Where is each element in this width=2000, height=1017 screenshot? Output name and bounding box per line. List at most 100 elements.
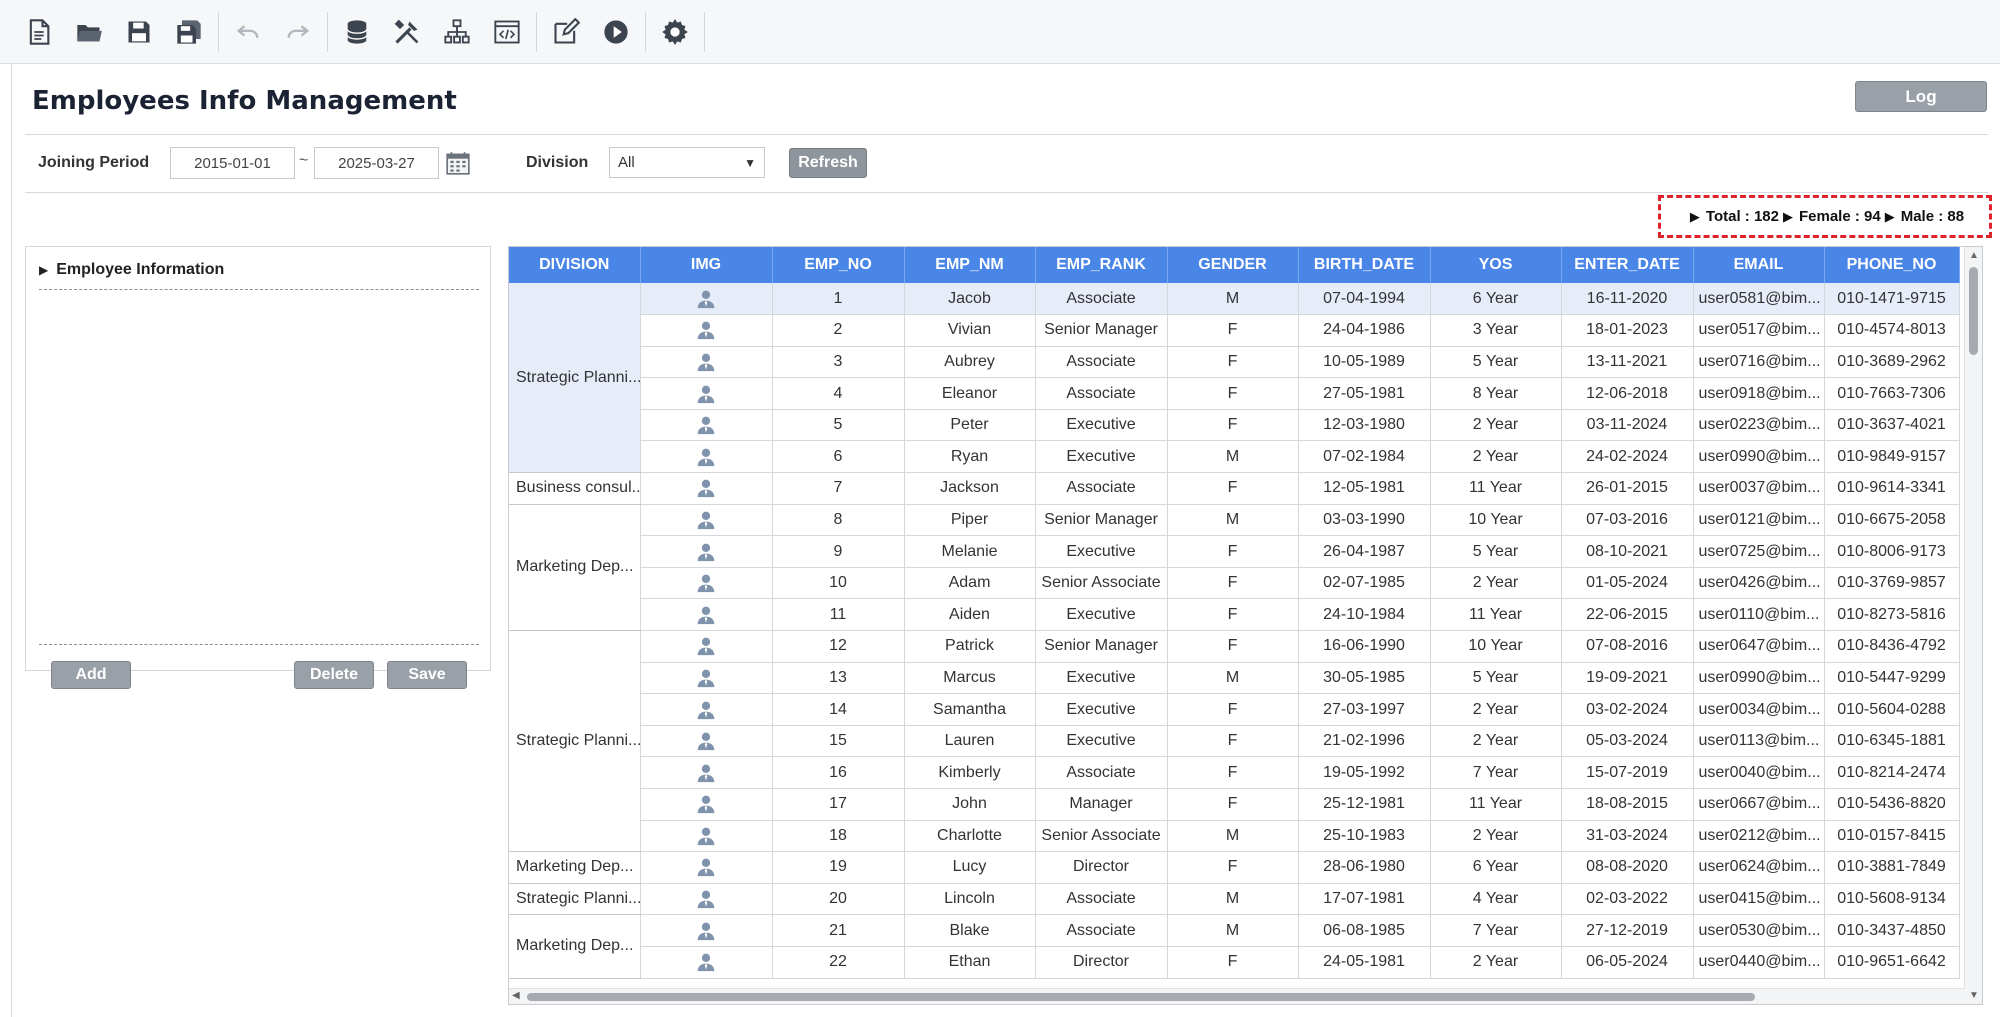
cell-emp-nm[interactable]: Marcus (904, 662, 1036, 695)
cell-emp-rank[interactable]: Associate (1035, 756, 1168, 789)
cell-email[interactable]: user0990@bim... (1693, 662, 1825, 695)
cell-yos[interactable]: 6 Year (1430, 283, 1562, 316)
column-header-enter-date[interactable]: ENTER_DATE (1561, 247, 1694, 283)
table-row[interactable]: 13 Marcus Executive M 30-05-1985 5 Year 19-09-… (509, 662, 1960, 695)
cell-enter-date[interactable]: 05-03-2024 (1561, 725, 1694, 758)
cell-emp-no[interactable]: 22 (772, 946, 905, 979)
new-file-icon[interactable] (14, 0, 64, 64)
cell-email[interactable]: user0716@bim... (1693, 346, 1825, 379)
cell-enter-date[interactable]: 06-05-2024 (1561, 946, 1694, 979)
end-date-input[interactable]: 2025-03-27 (314, 147, 439, 179)
employee-info-header[interactable]: ▶ Employee Information (39, 261, 224, 279)
horizontal-scroll-thumb[interactable] (527, 993, 1755, 1001)
cell-emp-nm[interactable]: Melanie (904, 535, 1036, 568)
cell-phone-no[interactable]: 010-5447-9299 (1824, 662, 1960, 695)
cell-emp-rank[interactable]: Executive (1035, 409, 1168, 442)
cell-emp-nm[interactable]: Samantha (904, 693, 1036, 726)
cell-yos[interactable]: 7 Year (1430, 914, 1562, 947)
cell-birth-date[interactable]: 28-06-1980 (1298, 851, 1431, 884)
scroll-down-icon[interactable]: ▼ (1969, 990, 1979, 1001)
division-cell[interactable]: Strategic Planni... (509, 283, 641, 474)
cell-emp-no[interactable]: 12 (772, 630, 905, 663)
cell-emp-rank[interactable]: Executive (1035, 693, 1168, 726)
cell-email[interactable]: user0667@bim... (1693, 788, 1825, 821)
cell-email[interactable]: user0034@bim... (1693, 693, 1825, 726)
cell-emp-nm[interactable]: Jacob (904, 283, 1036, 316)
column-header-emp-no[interactable]: EMP_NO (772, 247, 905, 283)
cell-email[interactable]: user0581@bim... (1693, 283, 1825, 316)
division-cell[interactable]: Business consul... (509, 472, 641, 505)
cell-emp-no[interactable]: 11 (772, 598, 905, 632)
horizontal-scrollbar[interactable]: ◀ (509, 988, 1965, 1004)
cell-enter-date[interactable]: 22-06-2015 (1561, 598, 1694, 632)
cell-birth-date[interactable]: 07-02-1984 (1298, 440, 1431, 474)
cell-enter-date[interactable]: 08-10-2021 (1561, 535, 1694, 568)
open-folder-icon[interactable] (64, 0, 114, 64)
division-cell[interactable]: Marketing Dep... (509, 914, 641, 979)
cell-email[interactable]: user0110@bim... (1693, 598, 1825, 632)
cell-birth-date[interactable]: 19-05-1992 (1298, 756, 1431, 789)
cell-gender[interactable]: F (1167, 346, 1299, 379)
cell-yos[interactable]: 8 Year (1430, 377, 1562, 410)
cell-birth-date[interactable]: 24-04-1986 (1298, 314, 1431, 347)
cell-birth-date[interactable]: 06-08-1985 (1298, 914, 1431, 947)
cell-enter-date[interactable]: 07-03-2016 (1561, 504, 1694, 537)
log-button[interactable]: Log (1855, 81, 1987, 112)
cell-yos[interactable]: 5 Year (1430, 346, 1562, 379)
cell-email[interactable]: user0918@bim... (1693, 377, 1825, 410)
cell-email[interactable]: user0121@bim... (1693, 504, 1825, 537)
cell-gender[interactable]: F (1167, 535, 1299, 568)
cell-enter-date[interactable]: 18-01-2023 (1561, 314, 1694, 347)
cell-phone-no[interactable]: 010-3637-4021 (1824, 409, 1960, 442)
cell-emp-nm[interactable]: Kimberly (904, 756, 1036, 789)
table-row[interactable]: Strategic Planni... 1 Jacob Associate M 07-04… (509, 283, 1960, 474)
cell-emp-no[interactable]: 13 (772, 662, 905, 695)
add-button[interactable]: Add (51, 661, 131, 689)
cell-emp-nm[interactable]: Piper (904, 504, 1036, 537)
cell-emp-rank[interactable]: Senior Manager (1035, 314, 1168, 347)
cell-emp-nm[interactable]: Eleanor (904, 377, 1036, 410)
cell-yos[interactable]: 2 Year (1430, 567, 1562, 600)
cell-emp-nm[interactable]: Lincoln (904, 883, 1036, 916)
cell-birth-date[interactable]: 17-07-1981 (1298, 883, 1431, 916)
cell-phone-no[interactable]: 010-8436-4792 (1824, 630, 1960, 663)
cell-emp-no[interactable]: 2 (772, 314, 905, 347)
table-row[interactable]: 10 Adam Senior Associate F 02-07-1985 2 Year 0… (509, 567, 1960, 600)
cell-yos[interactable]: 7 Year (1430, 756, 1562, 789)
cell-gender[interactable]: F (1167, 851, 1299, 884)
cell-emp-rank[interactable]: Senior Manager (1035, 630, 1168, 663)
cell-phone-no[interactable]: 010-6675-2058 (1824, 504, 1960, 537)
cell-gender[interactable]: M (1167, 883, 1299, 916)
cell-gender[interactable]: F (1167, 598, 1299, 632)
run-icon[interactable] (591, 0, 641, 64)
cell-email[interactable]: user0415@bim... (1693, 883, 1825, 916)
cell-emp-nm[interactable]: Charlotte (904, 820, 1036, 853)
cell-emp-rank[interactable]: Associate (1035, 472, 1168, 505)
cell-enter-date[interactable]: 13-11-2021 (1561, 346, 1694, 379)
table-row[interactable]: 22 Ethan Director F 24-05-1981 2 Year 06-05-20… (509, 946, 1960, 979)
cell-email[interactable]: user0530@bim... (1693, 914, 1825, 947)
table-row[interactable]: 9 Melanie Executive F 26-04-1987 5 Year 08-10-… (509, 535, 1960, 568)
cell-enter-date[interactable]: 08-08-2020 (1561, 851, 1694, 884)
cell-enter-date[interactable]: 03-11-2024 (1561, 409, 1694, 442)
cell-yos[interactable]: 5 Year (1430, 662, 1562, 695)
cell-emp-nm[interactable]: Blake (904, 914, 1036, 947)
save-all-icon[interactable] (164, 0, 214, 64)
cell-gender[interactable]: F (1167, 630, 1299, 663)
cell-phone-no[interactable]: 010-3881-7849 (1824, 851, 1960, 884)
cell-emp-rank[interactable]: Associate (1035, 377, 1168, 410)
cell-birth-date[interactable]: 16-06-1990 (1298, 630, 1431, 663)
table-row[interactable]: Marketing Dep... 8 Piper Senior Manager M 03-… (509, 504, 1960, 632)
table-row[interactable]: 3 Aubrey Associate F 10-05-1989 5 Year 13-11-2… (509, 346, 1960, 379)
cell-yos[interactable]: 5 Year (1430, 535, 1562, 568)
cell-birth-date[interactable]: 07-04-1994 (1298, 283, 1431, 316)
cell-phone-no[interactable]: 010-8006-9173 (1824, 535, 1960, 568)
save-button[interactable]: Save (387, 661, 467, 689)
cell-birth-date[interactable]: 03-03-1990 (1298, 504, 1431, 537)
vertical-scrollbar[interactable]: ▲ ▼ (1964, 247, 1982, 1004)
cell-phone-no[interactable]: 010-4574-8013 (1824, 314, 1960, 347)
cell-phone-no[interactable]: 010-9651-6642 (1824, 946, 1960, 979)
cell-gender[interactable]: F (1167, 377, 1299, 410)
cell-email[interactable]: user0624@bim... (1693, 851, 1825, 884)
cell-birth-date[interactable]: 26-04-1987 (1298, 535, 1431, 568)
